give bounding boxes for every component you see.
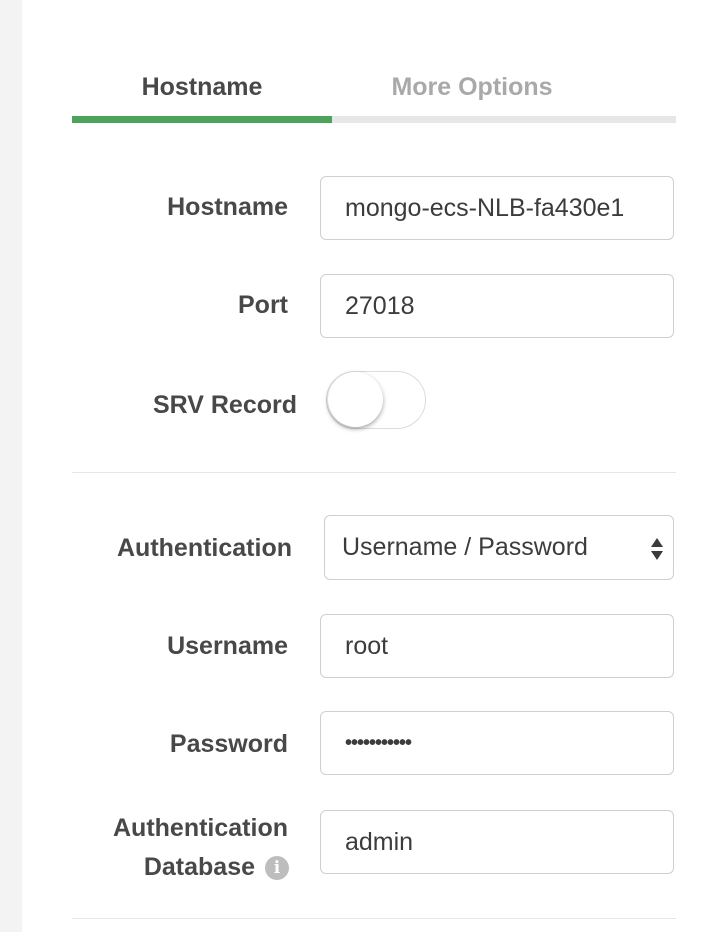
srv-record-toggle[interactable]: [326, 371, 426, 429]
hostname-label: Hostname: [167, 193, 288, 221]
port-input[interactable]: 27018: [320, 274, 674, 338]
toggle-knob: [328, 372, 383, 427]
connection-tabs: Hostname More Options: [72, 60, 676, 124]
port-label: Port: [238, 291, 288, 319]
authentication-select-value: Username / Password: [342, 533, 588, 561]
authentication-select[interactable]: Username / Password: [324, 515, 674, 580]
connection-panel: [22, 0, 708, 932]
up-down-arrows-icon: [651, 538, 663, 560]
tab-more-options[interactable]: More Options: [372, 60, 572, 118]
auth-database-label-line2: Database: [143, 853, 255, 881]
auth-database-input[interactable]: admin: [320, 810, 674, 874]
srv-record-label: SRV Record: [152, 391, 297, 419]
auth-database-label-line1: Authentication: [113, 814, 288, 842]
section-divider: [72, 472, 676, 473]
bottom-divider: [72, 918, 676, 919]
authentication-label: Authentication: [117, 534, 292, 562]
password-label: Password: [169, 730, 288, 758]
info-icon[interactable]: i: [265, 856, 289, 880]
username-label: Username: [167, 632, 288, 660]
password-input[interactable]: •••••••••••: [320, 711, 674, 775]
tab-hostname[interactable]: Hostname: [72, 60, 332, 118]
username-input[interactable]: root: [320, 614, 674, 678]
hostname-input[interactable]: mongo-ecs-NLB-fa430e1: [320, 176, 674, 240]
